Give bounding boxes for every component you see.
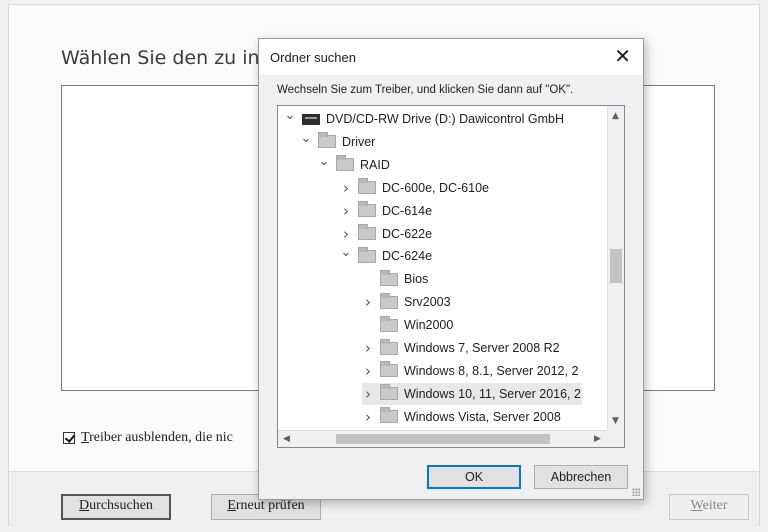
scrollbar-corner <box>607 430 624 447</box>
tree-item[interactable]: › Windows Vista, Server 2008 <box>362 406 561 428</box>
chevron-right-icon[interactable]: › <box>340 202 352 220</box>
ok-button[interactable]: OK <box>427 465 521 489</box>
tree-item-label: Driver <box>342 134 376 149</box>
drive-icon <box>302 113 320 125</box>
tree-item-label: Srv2003 <box>404 295 451 310</box>
tree-item[interactable]: ⌄ Driver <box>300 131 376 153</box>
cancel-button[interactable]: Abbrechen <box>534 465 628 489</box>
tree-item[interactable]: › DC-600e, DC-610e <box>340 177 489 199</box>
chevron-right-icon[interactable]: › <box>340 179 352 197</box>
tree-item[interactable]: ⌄ RAID <box>318 154 390 176</box>
tree-item[interactable]: › Windows 8, 8.1, Server 2012, 2 <box>362 360 578 382</box>
chevron-down-icon[interactable]: ⌄ <box>340 246 352 259</box>
vertical-scroll-thumb[interactable] <box>610 249 622 283</box>
browse-button[interactable]: Durchsuchen <box>61 494 171 520</box>
tree-item-label: Windows Vista, Server 2008 <box>404 409 561 424</box>
tree-item[interactable]: › DC-622e <box>340 223 432 245</box>
tree-item-label: RAID <box>360 157 390 172</box>
folder-icon <box>380 269 398 286</box>
hide-drivers-label: Treiber ausblenden, die nic <box>81 430 233 445</box>
dialog-title: Ordner suchen <box>270 50 356 65</box>
horizontal-scrollbar[interactable]: ◀ ▶ <box>278 430 609 447</box>
chevron-right-icon[interactable]: › <box>362 362 374 380</box>
resize-grip-icon[interactable] <box>632 488 640 496</box>
wizard-heading: Wählen Sie den zu insta <box>61 47 289 69</box>
horizontal-scroll-thumb[interactable] <box>336 434 550 444</box>
tree-item-label: DC-622e <box>382 226 433 241</box>
folder-icon <box>358 246 376 263</box>
folder-icon <box>380 361 398 378</box>
tree-item[interactable]: Bios <box>362 268 428 290</box>
chevron-down-icon[interactable]: ⌄ <box>300 132 312 145</box>
tree-item[interactable]: Win2000 <box>362 314 453 336</box>
vertical-scrollbar[interactable]: ▲ ▼ <box>607 106 624 432</box>
chevron-down-icon[interactable]: ⌄ <box>318 155 330 168</box>
tree-item[interactable]: › DC-614e <box>340 200 432 222</box>
folder-icon <box>380 338 398 355</box>
tree-item-label: Windows 8, 8.1, Server 2012, 2 <box>404 363 579 378</box>
browse-folder-dialog: Ordner suchen ✕ Wechseln Sie zum Treiber… <box>258 38 644 500</box>
folder-icon <box>380 407 398 424</box>
chevron-right-icon[interactable]: › <box>362 385 374 403</box>
hide-drivers-checkbox[interactable] <box>63 432 75 444</box>
scroll-up-arrow-icon[interactable]: ▲ <box>612 111 619 121</box>
scroll-left-arrow-icon[interactable]: ◀ <box>283 434 290 444</box>
tree-item[interactable]: › Windows 10, 11, Server 2016, 2 <box>362 382 582 405</box>
folder-icon <box>358 224 376 240</box>
close-icon[interactable]: ✕ <box>614 45 631 67</box>
tree-item-label: Windows 10, 11, Server 2016, 2 <box>404 386 581 401</box>
folder-icon <box>358 201 376 218</box>
tree-item[interactable]: ⌄ DVD/CD-RW Drive (D:) Dawicontrol GmbH <box>284 108 564 130</box>
folder-icon <box>336 155 354 172</box>
tree-item[interactable]: ⌄ DC-624e <box>340 245 432 267</box>
tree-item-label: DC-624e <box>382 249 433 264</box>
folder-tree[interactable]: ⌄ DVD/CD-RW Drive (D:) Dawicontrol GmbH ⌄ D… <box>277 105 625 448</box>
folder-icon <box>380 315 398 332</box>
folder-icon <box>358 178 376 195</box>
next-button[interactable]: Weiter <box>669 494 749 520</box>
folder-icon <box>318 132 336 149</box>
tree-item-label: DVD/CD-RW Drive (D:) Dawicontrol GmbH <box>326 112 564 126</box>
hide-drivers-checkbox-row[interactable]: Treiber ausblenden, die nic <box>63 430 233 446</box>
dialog-instruction: Wechseln Sie zum Treiber, und klicken Si… <box>277 84 574 96</box>
chevron-right-icon[interactable]: › <box>340 225 352 243</box>
folder-icon <box>380 292 398 309</box>
folder-icon <box>380 384 398 401</box>
tree-item-label: DC-600e, DC-610e <box>382 180 489 195</box>
tree-item-label: Win2000 <box>404 318 454 333</box>
tree-item-label: DC-614e <box>382 203 433 218</box>
tree-item[interactable]: › Windows 7, Server 2008 R2 <box>362 337 560 359</box>
tree-item-label: Bios <box>404 272 429 287</box>
tree-item[interactable]: › Srv2003 <box>362 291 451 313</box>
scroll-right-arrow-icon[interactable]: ▶ <box>594 434 601 444</box>
scroll-down-arrow-icon[interactable]: ▼ <box>612 416 619 426</box>
tree-item-label: Windows 7, Server 2008 R2 <box>404 341 560 355</box>
dialog-titlebar: Ordner suchen ✕ <box>259 39 643 75</box>
chevron-right-icon[interactable]: › <box>362 408 374 426</box>
chevron-right-icon[interactable]: › <box>362 293 374 311</box>
chevron-right-icon[interactable]: › <box>362 339 374 357</box>
chevron-down-icon[interactable]: ⌄ <box>284 109 296 122</box>
